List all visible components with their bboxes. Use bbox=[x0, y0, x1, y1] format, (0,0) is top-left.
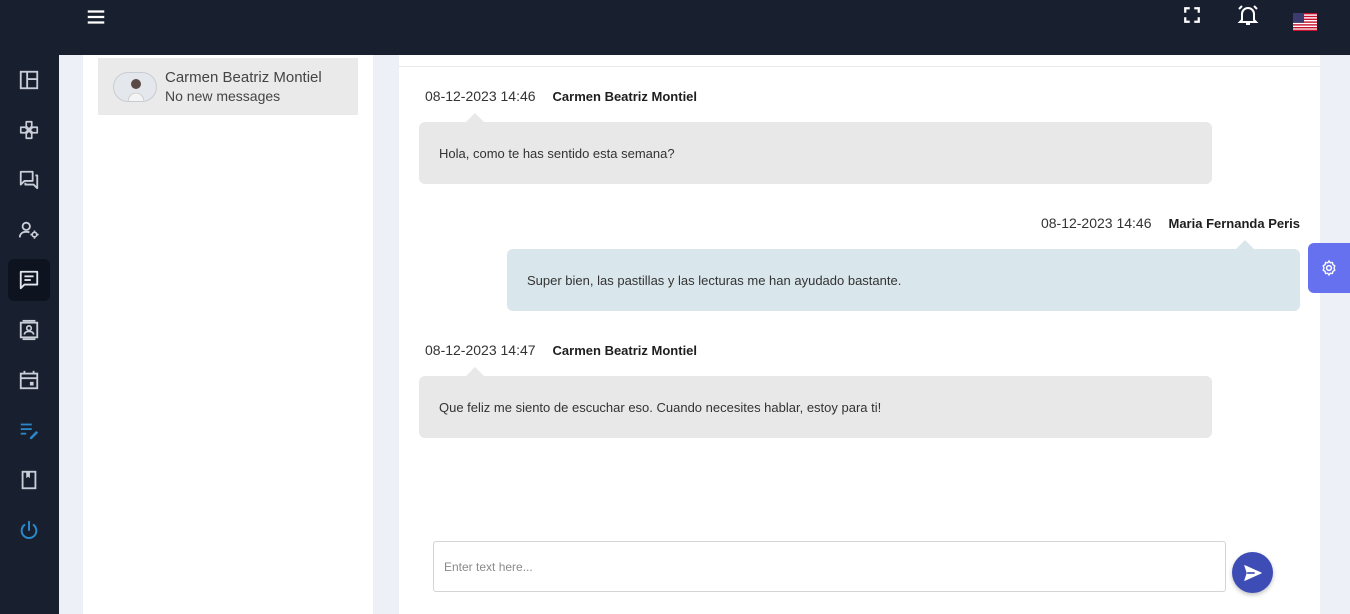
menu-icon bbox=[87, 10, 105, 24]
sidebar-item-logout[interactable] bbox=[8, 509, 50, 551]
message-bubble: Que feliz me siento de escuchar eso. Cua… bbox=[419, 376, 1212, 438]
us-flag-icon bbox=[1293, 13, 1317, 31]
alarm-button[interactable] bbox=[1235, 2, 1261, 28]
chat-panel: 08-12-2023 14:46 Carmen Beatriz Montiel … bbox=[399, 55, 1320, 614]
sidebar-item-calendar[interactable] bbox=[8, 359, 50, 401]
contact-name: Carmen Beatriz Montiel bbox=[165, 68, 322, 86]
dashboard-icon bbox=[19, 70, 39, 90]
power-icon bbox=[20, 520, 38, 539]
sidebar-item-user-settings[interactable] bbox=[8, 209, 50, 251]
contacts-panel: Carmen Beatriz Montiel No new messages bbox=[83, 55, 373, 614]
avatar bbox=[113, 71, 157, 102]
message-timestamp: 08-12-2023 14:47 bbox=[425, 342, 536, 358]
send-button[interactable] bbox=[1232, 552, 1273, 593]
bubble-tail bbox=[466, 113, 484, 122]
contact-status: No new messages bbox=[165, 87, 281, 104]
gear-icon bbox=[1322, 260, 1336, 276]
message-meta: 08-12-2023 14:47 Carmen Beatriz Montiel bbox=[425, 342, 697, 358]
bubble-tail bbox=[1236, 240, 1254, 249]
message-input-box bbox=[433, 541, 1226, 592]
message-sender: Maria Fernanda Peris bbox=[1168, 215, 1301, 231]
message-timestamp: 08-12-2023 14:46 bbox=[425, 88, 536, 104]
sidebar-item-chat[interactable] bbox=[8, 259, 50, 301]
message-text: Que feliz me siento de escuchar eso. Cua… bbox=[439, 399, 882, 415]
message-sender: Carmen Beatriz Montiel bbox=[552, 342, 698, 358]
divider bbox=[399, 66, 1320, 67]
top-navbar bbox=[59, 0, 1350, 55]
chat-icon bbox=[19, 270, 39, 290]
sidebar bbox=[0, 0, 59, 614]
edit-notes-icon bbox=[20, 423, 39, 440]
sidebar-item-dashboard[interactable] bbox=[8, 59, 50, 101]
contact-card-icon bbox=[19, 319, 39, 341]
alarm-bell-icon bbox=[1237, 5, 1259, 25]
menu-button[interactable] bbox=[85, 6, 107, 28]
sidebar-item-book[interactable] bbox=[8, 459, 50, 501]
bubble-tail bbox=[466, 367, 484, 376]
user-settings-icon bbox=[18, 221, 39, 239]
message-text: Super bien, las pastillas y las lecturas… bbox=[527, 272, 902, 288]
sidebar-item-contacts[interactable] bbox=[8, 309, 50, 351]
message-meta: 08-12-2023 14:46 Maria Fernanda Peris bbox=[1041, 215, 1300, 231]
sidebar-item-games[interactable] bbox=[8, 109, 50, 151]
send-icon bbox=[1243, 564, 1262, 581]
forum-icon bbox=[19, 170, 39, 190]
message-text: Hola, como te has sentido esta semana? bbox=[439, 145, 675, 161]
fullscreen-button[interactable] bbox=[1181, 4, 1203, 26]
message-input[interactable] bbox=[434, 542, 1225, 591]
message-sender: Carmen Beatriz Montiel bbox=[552, 88, 698, 104]
gamepad-icon bbox=[19, 120, 39, 140]
message-timestamp: 08-12-2023 14:46 bbox=[1040, 215, 1152, 231]
settings-tab[interactable] bbox=[1308, 243, 1350, 293]
calendar-icon bbox=[19, 370, 39, 390]
contact-item[interactable]: Carmen Beatriz Montiel No new messages bbox=[98, 58, 358, 115]
language-selector[interactable] bbox=[1293, 13, 1317, 31]
book-icon bbox=[21, 470, 37, 490]
sidebar-item-forum[interactable] bbox=[8, 159, 50, 201]
message-meta: 08-12-2023 14:46 Carmen Beatriz Montiel bbox=[425, 88, 697, 104]
fullscreen-icon bbox=[1184, 7, 1200, 23]
message-bubble: Super bien, las pastillas y las lecturas… bbox=[507, 249, 1300, 311]
sidebar-item-notes[interactable] bbox=[8, 409, 50, 451]
message-bubble: Hola, como te has sentido esta semana? bbox=[419, 122, 1212, 184]
